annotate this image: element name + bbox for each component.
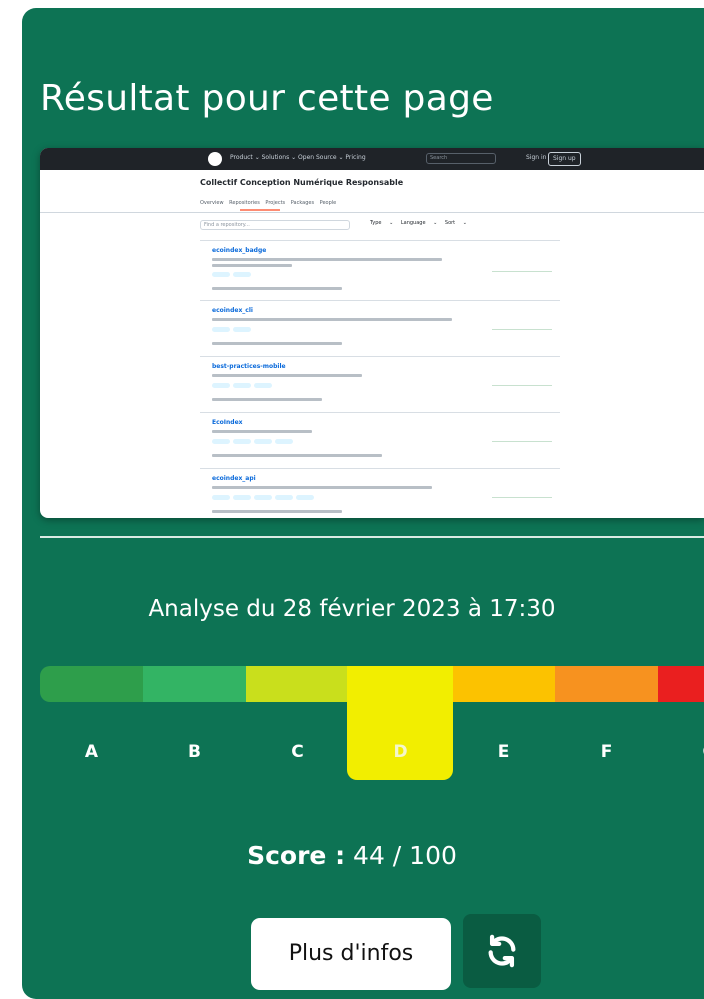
repo-item: ecoindex_api (200, 468, 560, 518)
current-grade-indicator (347, 666, 453, 780)
repo-description (212, 318, 452, 321)
gauge-segment-b (143, 666, 246, 702)
gauge-segment-a (40, 666, 143, 702)
repo-description (212, 374, 362, 377)
repo-item: ecoindex_badge (200, 240, 560, 301)
repo-description (212, 430, 312, 433)
repo-item: best-practices-mobile (200, 356, 560, 413)
repo-topics (212, 439, 293, 444)
grade-label-b: B (188, 742, 201, 762)
repo-meta (212, 454, 382, 457)
repo-item: EcoIndex (200, 412, 560, 469)
ecoindex-result-panel: Résultat pour cette page Product ⌄ Solut… (22, 8, 704, 999)
score-label: Score : (247, 841, 346, 870)
github-sign-up: Sign up (548, 152, 581, 166)
repo-topics (212, 495, 314, 500)
repo-description (212, 486, 432, 489)
grade-label-d: D (393, 742, 408, 762)
github-logo-icon (208, 152, 222, 166)
score-value: 44 / 100 (353, 841, 457, 870)
grade-label-g: G (658, 742, 704, 762)
grade-label-f: F (600, 742, 613, 762)
refresh-button[interactable] (463, 914, 541, 988)
score-text: Score : 44 / 100 (22, 841, 682, 870)
org-tabs: Overview Repositories Projects Packages … (200, 200, 337, 206)
gauge-segment-c (246, 666, 349, 702)
grade-label-c: C (291, 742, 304, 762)
repo-meta (212, 342, 342, 345)
repo-topics (212, 272, 251, 277)
grade-label-e: E (497, 742, 510, 762)
gauge-segment-f (555, 666, 658, 702)
repo-name: EcoIndex (212, 419, 243, 426)
gauge-segment-e (452, 666, 555, 702)
repo-description (212, 264, 292, 267)
more-info-button[interactable]: Plus d'infos (251, 918, 451, 990)
repo-description (212, 258, 442, 261)
grade-label-a: A (84, 742, 99, 762)
repo-topics (212, 327, 251, 332)
repo-meta (212, 287, 342, 290)
analysis-date: Analyse du 28 février 2023 à 17:30 (148, 596, 556, 622)
repo-topics (212, 383, 272, 388)
refresh-icon (488, 934, 516, 968)
repo-activity-graph (492, 487, 552, 498)
page-title: Résultat pour cette page (40, 78, 494, 119)
gauge-segment-g (658, 666, 704, 702)
repo-name: ecoindex_cli (212, 307, 253, 314)
github-sign-in: Sign in (526, 154, 547, 161)
section-divider (40, 536, 704, 538)
github-search: Search (426, 153, 496, 164)
divider (40, 212, 704, 213)
repo-activity-graph (492, 375, 552, 386)
repo-item: ecoindex_cli (200, 300, 560, 357)
repo-name: best-practices-mobile (212, 363, 286, 370)
repo-filters: Type ⌄ Language ⌄ Sort ⌄ (370, 220, 467, 226)
repo-activity-graph (492, 427, 552, 442)
repo-meta (212, 398, 322, 401)
repo-activity-graph (492, 261, 552, 272)
page-screenshot-thumbnail: Product ⌄ Solutions ⌄ Open Source ⌄ Pric… (40, 148, 704, 518)
repo-name: ecoindex_badge (212, 247, 267, 254)
active-tab-indicator (240, 209, 280, 211)
org-name: Collectif Conception Numérique Responsab… (200, 178, 404, 187)
repo-search: Find a repository... (200, 220, 350, 230)
repo-meta (212, 510, 342, 513)
github-nav: Product ⌄ Solutions ⌄ Open Source ⌄ Pric… (230, 154, 366, 161)
repo-name: ecoindex_api (212, 475, 256, 482)
github-header: Product ⌄ Solutions ⌄ Open Source ⌄ Pric… (40, 148, 704, 170)
repo-activity-graph (492, 319, 552, 330)
